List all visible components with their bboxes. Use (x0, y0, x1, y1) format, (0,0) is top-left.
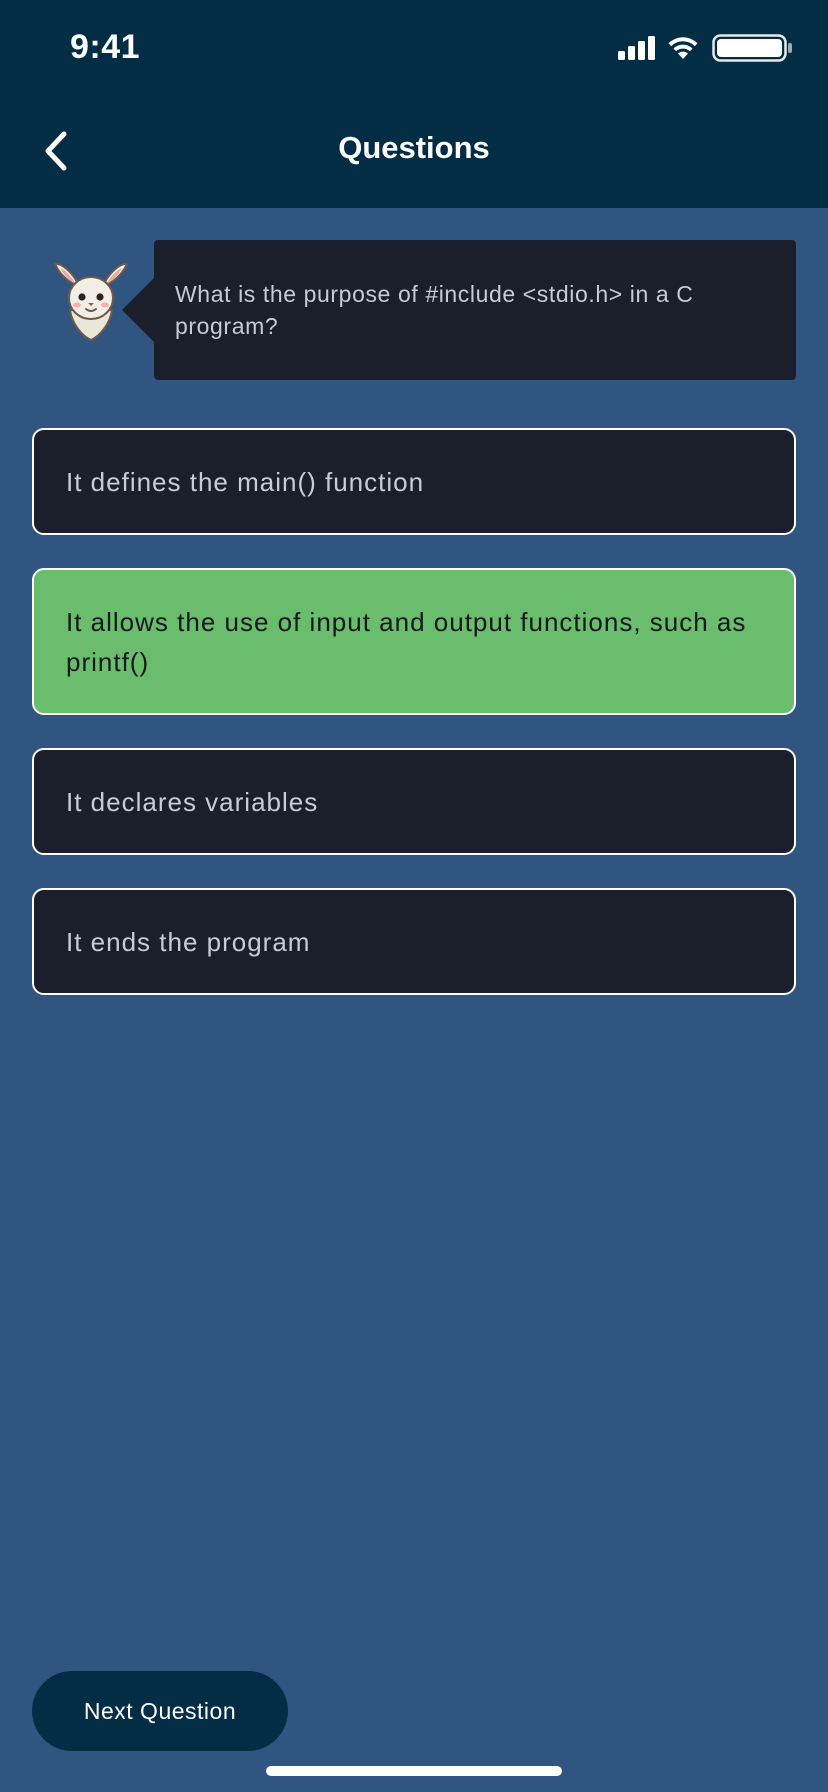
speech-bubble-tail (122, 276, 156, 344)
question-text: What is the purpose of #include <stdio.h… (175, 281, 694, 339)
app-header: 9:41 Questions (0, 0, 828, 208)
answer-option-4[interactable]: It ends the program (32, 888, 796, 995)
next-question-button[interactable]: Next Question (32, 1671, 288, 1751)
answer-label: It ends the program (66, 926, 311, 957)
page-title: Questions (338, 130, 490, 165)
wifi-icon (668, 37, 698, 59)
battery-icon (712, 34, 792, 62)
status-icons (614, 34, 794, 64)
answer-label: It allows the use of input and output fu… (66, 606, 747, 677)
status-time: 9:41 (70, 28, 141, 66)
home-indicator (266, 1766, 562, 1776)
bunny-mascot-icon (54, 262, 128, 342)
answer-option-3[interactable]: It declares variables (32, 748, 796, 855)
answer-label: It defines the main() function (66, 466, 425, 497)
answer-label: It declares variables (66, 786, 319, 817)
cellular-signal-icon (618, 36, 655, 60)
question-bubble: What is the purpose of #include <stdio.h… (154, 240, 796, 380)
answer-option-1[interactable]: It defines the main() function (32, 428, 796, 535)
answer-option-2[interactable]: It allows the use of input and output fu… (32, 568, 796, 715)
